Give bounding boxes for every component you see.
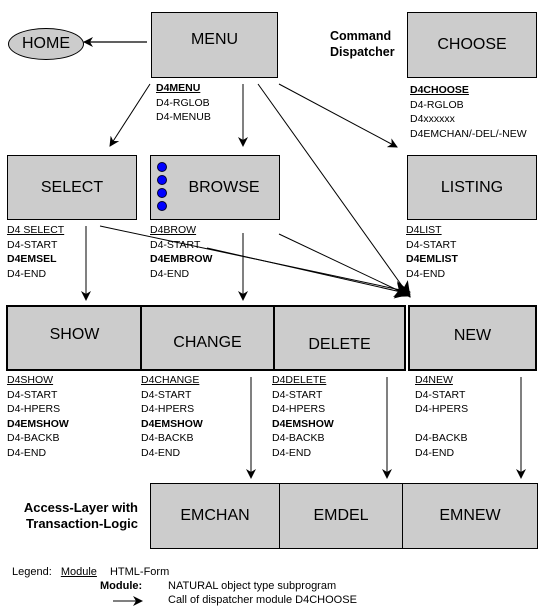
module-item: D4DELETE bbox=[272, 374, 327, 386]
module-item: D4-START bbox=[141, 388, 192, 401]
modules-new: D4NEW D4-START D4-HPERS D4-BACKB D4-END bbox=[415, 373, 468, 460]
node-menu-label: MENU bbox=[190, 31, 239, 48]
module-item: D4-END bbox=[415, 446, 455, 459]
module-item: D4CHANGE bbox=[141, 374, 200, 386]
module-item: D4-HPERS bbox=[415, 403, 469, 415]
command-dispatcher-label: Command Dispatcher bbox=[330, 29, 395, 59]
module-item: D4-HPERS bbox=[141, 403, 195, 415]
arrow-browse-new-2 bbox=[278, 233, 411, 297]
module-item: D4EMSHOW bbox=[141, 417, 203, 430]
module-item: D4xxxxxx bbox=[410, 113, 455, 125]
access-layer-label: Access-Layer with Transaction-Logic bbox=[23, 500, 138, 531]
node-listing-label: LISTING bbox=[440, 178, 504, 196]
module-item: D4-START bbox=[272, 388, 323, 401]
module-item: D4EMSEL bbox=[7, 253, 57, 265]
modules-choose: D4CHOOSE D4-RGLOB D4xxxxxx D4EMCHAN/-DEL… bbox=[410, 83, 527, 141]
module-item: D4CHOOSE bbox=[410, 84, 469, 96]
node-home: HOME bbox=[8, 28, 84, 60]
modules-menu: D4MENU D4-RGLOB D4-MENUB bbox=[156, 81, 211, 125]
node-emdel: EMDEL bbox=[313, 507, 369, 524]
module-item: D4EMBROW bbox=[150, 253, 213, 265]
node-group-em: EMCHAN EMDEL EMNEW bbox=[150, 483, 538, 549]
arrow-menu-listing bbox=[278, 83, 398, 148]
module-item: D4SHOW bbox=[7, 374, 54, 386]
node-browse: BROWSE bbox=[150, 155, 280, 220]
module-item: D4-START bbox=[7, 388, 58, 401]
module-item: D4-END bbox=[150, 267, 190, 280]
modules-listing: D4LIST D4-START D4EMLIST D4-END bbox=[406, 223, 458, 281]
module-item: D4-END bbox=[406, 267, 446, 280]
module-item: D4-START bbox=[150, 238, 201, 251]
module-item: D4-MENUB bbox=[156, 111, 211, 123]
node-new-label: NEW bbox=[453, 327, 492, 344]
arrow-menu-select bbox=[109, 83, 151, 147]
node-choose: CHOOSE bbox=[407, 12, 537, 78]
module-item: D4-START bbox=[7, 238, 58, 251]
module-item: D4-RGLOB bbox=[156, 96, 210, 109]
modules-change: D4CHANGE D4-START D4-HPERS D4EMSHOW D4-B… bbox=[141, 373, 203, 460]
node-menu: MENU bbox=[151, 12, 278, 78]
legend-arrow-desc: Call of dispatcher module D4CHOOSE bbox=[168, 594, 357, 606]
node-select-label: SELECT bbox=[40, 178, 104, 196]
form-dots-icon bbox=[157, 162, 167, 214]
node-choose-label: CHOOSE bbox=[437, 36, 507, 53]
module-item: D4-BACKB bbox=[272, 432, 325, 444]
node-new: NEW bbox=[408, 305, 537, 371]
arrow-menu-new bbox=[257, 83, 411, 298]
module-item: D4-END bbox=[272, 446, 312, 459]
module-item: D4MENU bbox=[156, 82, 201, 94]
node-change: CHANGE bbox=[173, 334, 242, 351]
legend-title: Legend: bbox=[12, 566, 52, 578]
module-item: D4-RGLOB bbox=[410, 98, 464, 111]
module-item: D4-END bbox=[141, 446, 181, 459]
module-item: D4-HPERS bbox=[272, 403, 326, 415]
module-item: D4LIST bbox=[406, 224, 442, 236]
module-item: D4-BACKB bbox=[415, 432, 468, 444]
modules-select: D4 SELECT D4-START D4EMSEL D4-END bbox=[7, 223, 64, 281]
node-home-label: HOME bbox=[22, 35, 70, 52]
node-emnew: EMNEW bbox=[439, 507, 501, 524]
modules-delete: D4DELETE D4-START D4-HPERS D4EMSHOW D4-B… bbox=[272, 373, 334, 460]
module-item: D4EMSHOW bbox=[272, 417, 334, 430]
node-emchan: EMCHAN bbox=[180, 507, 250, 524]
module-item: D4-BACKB bbox=[7, 432, 60, 444]
legend-module-label: Module: bbox=[100, 580, 143, 592]
module-item: D4NEW bbox=[415, 374, 453, 386]
node-group-show-change-delete: SHOW CHANGE DELETE bbox=[6, 305, 406, 371]
module-item: D4-END bbox=[7, 446, 47, 459]
module-item: D4EMSHOW bbox=[7, 417, 69, 430]
module-item: D4-START bbox=[415, 388, 466, 401]
module-item: D4-START bbox=[406, 238, 457, 251]
module-item: D4-BACKB bbox=[141, 432, 194, 444]
modules-browse: D4BROW D4-START D4EMBROW D4-END bbox=[150, 223, 212, 281]
node-select: SELECT bbox=[7, 155, 137, 220]
module-item: D4BROW bbox=[150, 224, 197, 236]
arrow-browse-new bbox=[206, 247, 411, 299]
legend-module-word: Module bbox=[60, 566, 97, 578]
module-item: D4EMLIST bbox=[406, 253, 458, 265]
module-item: D4 SELECT bbox=[7, 224, 65, 236]
legend: Legend: Module HTML-Form bbox=[12, 566, 169, 579]
legend-html-form: HTML-Form bbox=[109, 566, 170, 578]
node-delete: DELETE bbox=[308, 336, 371, 353]
node-listing: LISTING bbox=[407, 155, 537, 220]
module-item: D4-END bbox=[7, 267, 47, 280]
module-item bbox=[415, 417, 468, 432]
module-item: D4-HPERS bbox=[7, 403, 61, 415]
module-item: D4EMCHAN/-DEL/-NEW bbox=[410, 127, 527, 140]
modules-show: D4SHOW D4-START D4-HPERS D4EMSHOW D4-BAC… bbox=[7, 373, 69, 460]
node-show: SHOW bbox=[49, 326, 100, 343]
arrow-select-new bbox=[99, 225, 411, 297]
node-browse-label: BROWSE bbox=[188, 178, 260, 196]
legend-module-desc: NATURAL object type subprogram bbox=[168, 580, 337, 592]
